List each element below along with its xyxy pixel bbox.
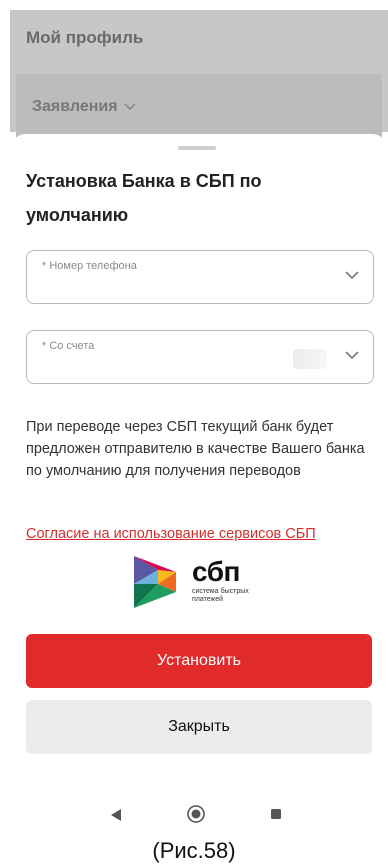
sbp-logo-name: сбп: [192, 556, 240, 587]
background-tab-label: Заявления: [32, 98, 118, 115]
consent-link[interactable]: Согласие на использование сервисов СБП: [26, 526, 316, 542]
sheet-title: Установка Банка в СБП по умолчанию: [26, 171, 262, 225]
sbp-logo-subtitle: система быстрых платежей: [192, 588, 249, 603]
bottom-sheet: Установка Банка в СБП по умолчанию * Ном…: [10, 134, 388, 840]
android-nav-bar: [10, 790, 388, 840]
background-title: Мой профиль: [26, 28, 144, 47]
phone-number-label: * Номер телефона: [42, 260, 137, 272]
figure-caption: (Рис.58): [152, 838, 236, 863]
home-icon[interactable]: [186, 804, 206, 824]
set-button[interactable]: Установить: [26, 634, 372, 688]
background-tab: Заявления: [32, 98, 136, 116]
sheet-drag-handle[interactable]: [178, 146, 216, 150]
close-button[interactable]: Закрыть: [26, 700, 372, 754]
sbp-logo: сбп система быстрых платежей: [130, 554, 270, 610]
account-placeholder: [293, 349, 327, 369]
chevron-down-icon: [345, 271, 359, 280]
account-select[interactable]: * Со счета: [26, 330, 374, 384]
recent-apps-icon[interactable]: [270, 808, 282, 820]
phone-number-select[interactable]: * Номер телефона: [26, 250, 374, 304]
sbp-logo-icon: [134, 556, 176, 608]
chevron-down-icon: [345, 351, 359, 360]
account-label: * Со счета: [42, 340, 95, 352]
info-text: При переводе через СБП текущий банк буде…: [26, 419, 365, 479]
chevron-down-icon: [124, 103, 136, 111]
back-icon[interactable]: [110, 808, 122, 822]
phone-screen: Мой профиль Заявления Установка Банка в …: [10, 10, 388, 840]
